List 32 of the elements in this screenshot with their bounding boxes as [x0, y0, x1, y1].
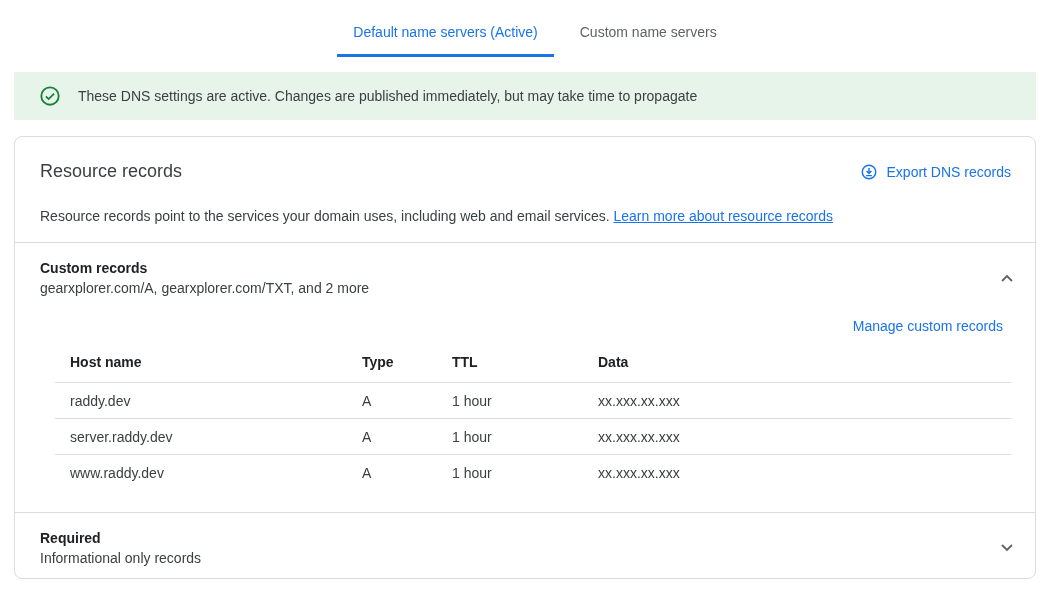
manage-records-link[interactable]: Manage custom records [852, 318, 1003, 334]
description-text: Resource records point to the services your domain uses, including web and email services. Learn more about resource records [15, 182, 1035, 243]
table-cell-text: A [362, 392, 373, 409]
column-header: Host name [70, 354, 143, 370]
expand-chevron-icon[interactable] [1001, 544, 1013, 552]
section-summary: Informational only records [40, 550, 202, 566]
banner-message: These DNS settings are active. Changes are published immediately, but may take time to propagate [78, 88, 698, 104]
table-cell-text: A [362, 464, 373, 481]
table-cell-text: xx.xxx.xx.xxx [598, 428, 681, 445]
section-title: Custom records [40, 260, 149, 276]
check-circle-icon [39, 85, 61, 107]
table-cell-text: 1 hour [452, 392, 493, 409]
export-link[interactable]: Export DNS records [859, 162, 1011, 181]
table-cell-text: raddy.dev [70, 392, 132, 409]
collapse-chevron-icon[interactable] [1001, 274, 1013, 282]
table-cell-text: 1 hour [452, 464, 493, 481]
table-cell-text: xx.xxx.xx.xxx [598, 392, 681, 409]
table-cell-text: server.raddy.dev [70, 428, 174, 445]
table-cell-text: xx.xxx.xx.xxx [598, 464, 681, 481]
table-cell-text: 1 hour [452, 428, 493, 445]
column-header: Type [362, 354, 395, 370]
table-cell-text: A [362, 428, 373, 445]
column-header: Data [598, 354, 630, 370]
table-cell-text: www.raddy.dev [70, 464, 165, 481]
section-summary: gearxplorer.com/A, gearxplorer.com/TXT, and 2 more [40, 280, 370, 296]
card-title: Resource records [40, 161, 183, 182]
column-header: TTL [452, 354, 479, 370]
tab[interactable]: Custom name servers [563, 16, 733, 57]
learn-more-link[interactable]: Learn more about resource records [613, 208, 833, 224]
section-title: Required [40, 530, 102, 546]
download-icon [859, 162, 878, 181]
tab[interactable]: Default name servers (Active) [337, 16, 554, 57]
